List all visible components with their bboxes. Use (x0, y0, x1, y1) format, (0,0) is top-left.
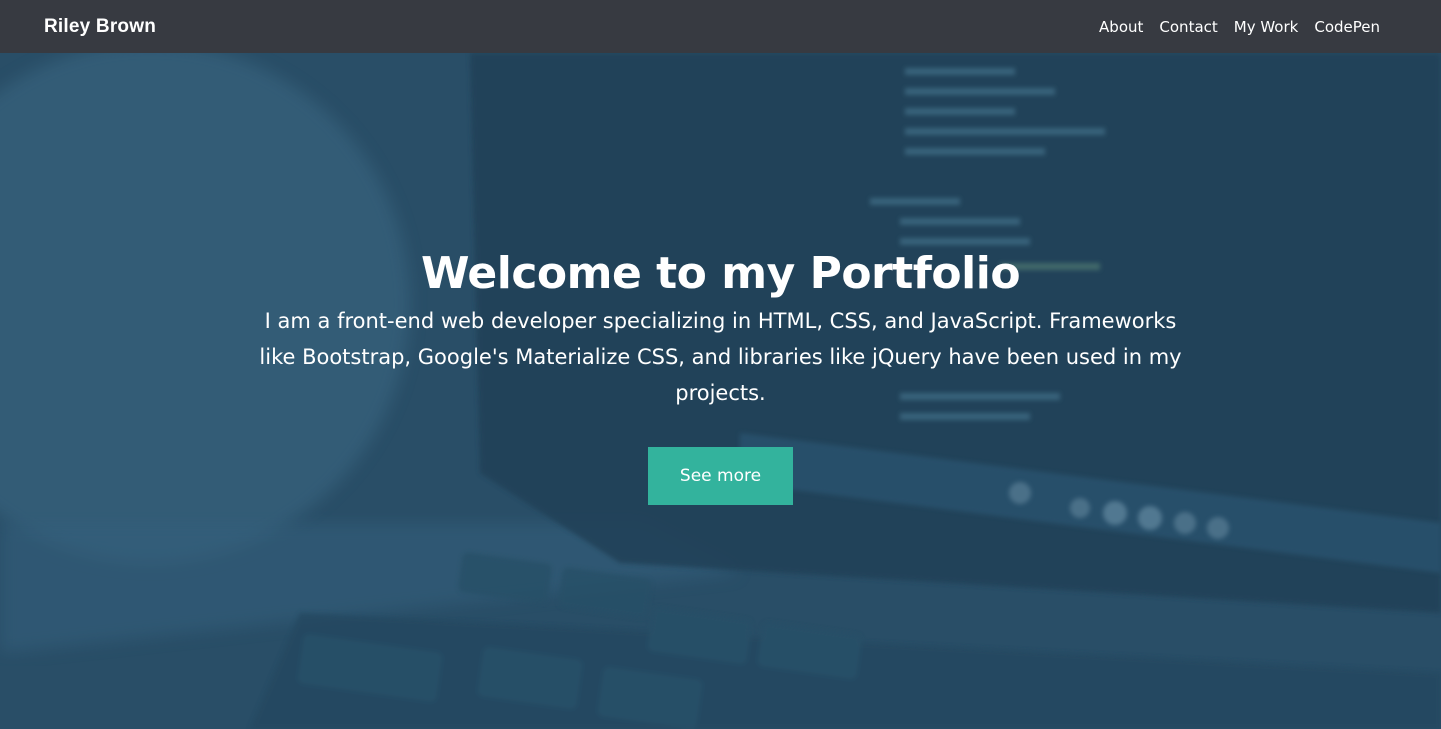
navbar: Riley Brown About Contact My Work CodePe… (0, 0, 1441, 53)
nav-link-codepen[interactable]: CodePen (1314, 18, 1380, 36)
nav-link-my-work[interactable]: My Work (1234, 18, 1299, 36)
hero-description: I am a front-end web developer specializ… (259, 309, 1182, 405)
brand-logo[interactable]: Riley Brown (44, 16, 156, 38)
hero-section: Welcome to my Portfolio I am a front-end… (0, 53, 1441, 729)
see-more-button[interactable]: See more (648, 447, 793, 505)
hero-content: Welcome to my Portfolio I am a front-end… (0, 53, 1441, 729)
hero-title: Welcome to my Portfolio (420, 248, 1021, 299)
nav-links: About Contact My Work CodePen (1099, 18, 1380, 36)
nav-link-contact[interactable]: Contact (1159, 18, 1217, 36)
nav-link-about[interactable]: About (1099, 18, 1143, 36)
